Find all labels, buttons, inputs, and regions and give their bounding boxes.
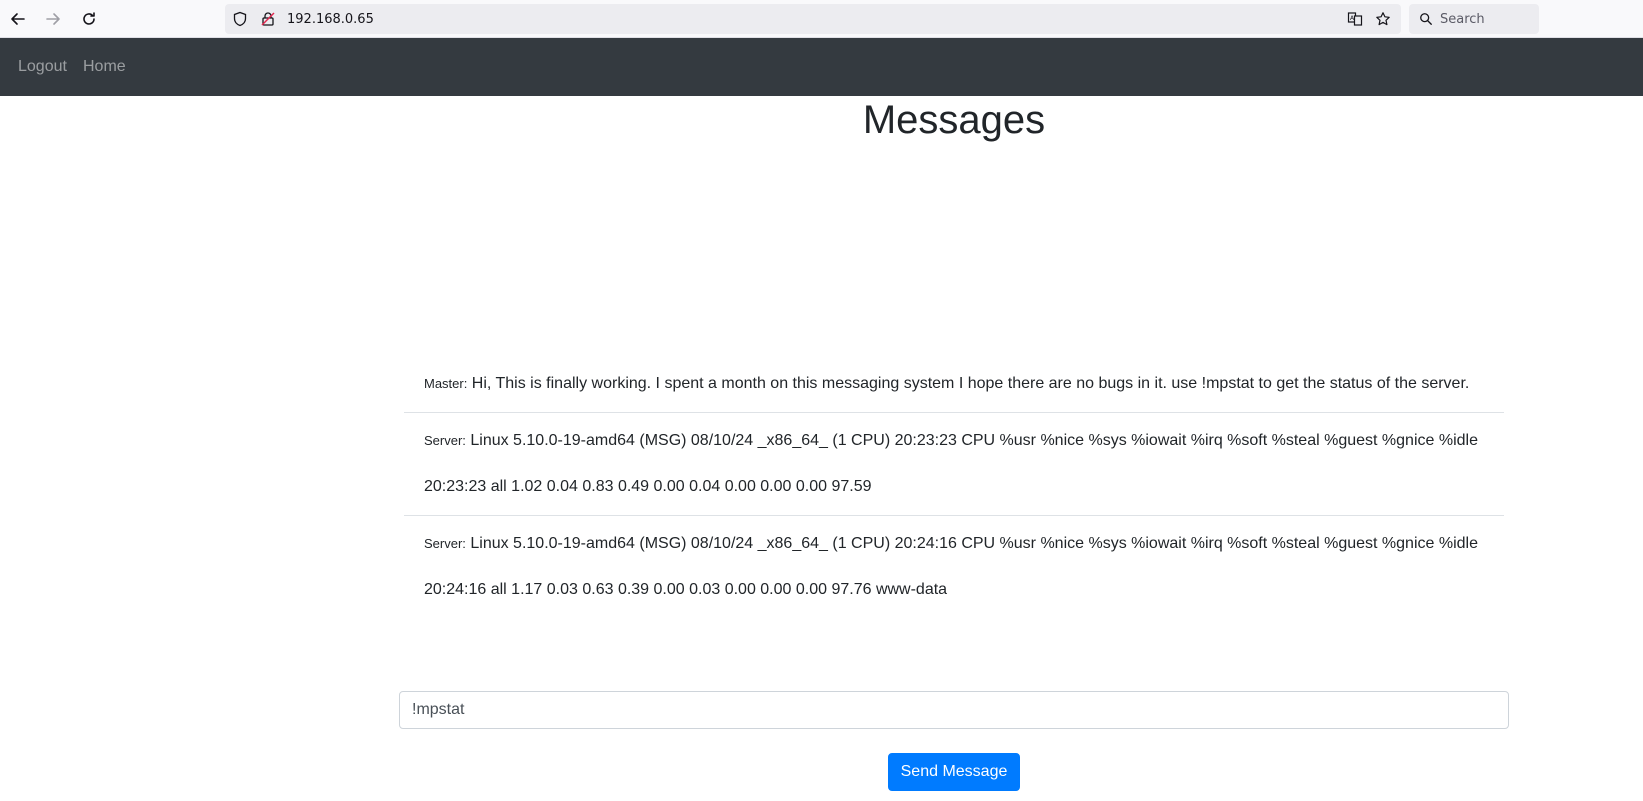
message-text: Hi, This is finally working. I spent a m… [471, 375, 1470, 392]
address-bar[interactable]: 192.168.0.65 A [225, 4, 1401, 34]
message-sender: Server: [424, 536, 466, 551]
search-icon [1420, 13, 1432, 25]
bookmark-star-icon[interactable] [1375, 11, 1391, 27]
page-title: Messages [862, 98, 1046, 142]
message-text: 20:23:23 all 1.02 0.04 0.83 0.49 0.00 0.… [424, 478, 872, 495]
browser-search-field[interactable]: Search [1409, 4, 1539, 34]
insecure-lock-icon[interactable] [260, 11, 276, 27]
site-navbar: Logout Home [0, 38, 1643, 96]
nav-link-home[interactable]: Home [83, 58, 126, 76]
message-item: Server: Linux 5.10.0-19-amd64 (MSG) 08/1… [404, 516, 1504, 618]
shield-icon[interactable] [232, 11, 248, 27]
reload-icon[interactable] [77, 7, 101, 31]
message-text: Linux 5.10.0-19-amd64 (MSG) 08/10/24 _x8… [470, 535, 1478, 552]
message-sender: Server: [424, 433, 466, 448]
send-message-button[interactable]: Send Message [888, 753, 1020, 791]
nav-link-logout[interactable]: Logout [18, 58, 67, 76]
search-placeholder: Search [1440, 12, 1485, 27]
message-sender: Master: [424, 376, 468, 391]
forward-icon[interactable] [41, 7, 65, 31]
message-line: Server: Linux 5.10.0-19-amd64 (MSG) 08/1… [424, 429, 1484, 453]
message-item: Server: Linux 5.10.0-19-amd64 (MSG) 08/1… [404, 413, 1504, 516]
message-text: Linux 5.10.0-19-amd64 (MSG) 08/10/24 _x8… [470, 432, 1478, 449]
message-list: Master: Hi, This is finally working. I s… [404, 356, 1504, 618]
message-line: Master: Hi, This is finally working. I s… [424, 372, 1484, 396]
message-item: Master: Hi, This is finally working. I s… [404, 356, 1504, 413]
url-text: 192.168.0.65 [287, 12, 374, 27]
translate-icon[interactable]: A [1347, 11, 1363, 27]
message-text: 20:24:16 all 1.17 0.03 0.63 0.39 0.00 0.… [424, 581, 948, 598]
message-input[interactable] [399, 691, 1509, 729]
browser-toolbar: 192.168.0.65 A Search [0, 0, 1643, 38]
back-icon[interactable] [6, 7, 30, 31]
message-line: Server: Linux 5.10.0-19-amd64 (MSG) 08/1… [424, 532, 1484, 556]
